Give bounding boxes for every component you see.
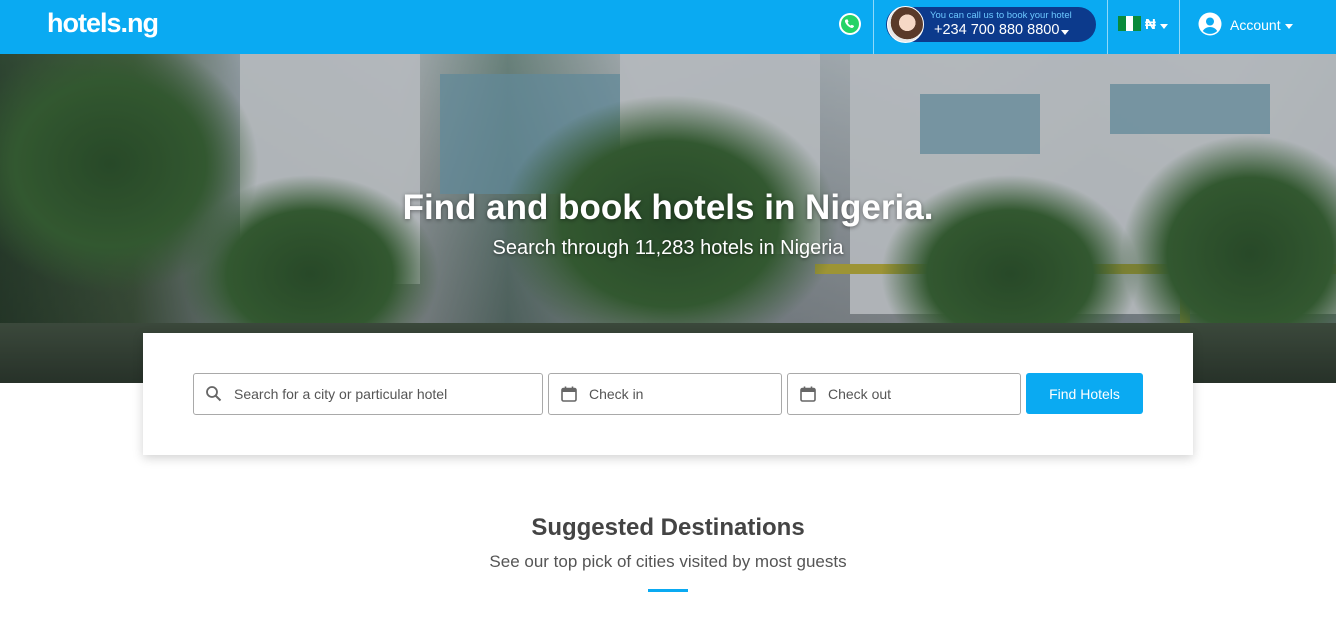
- calendar-icon: [560, 385, 578, 403]
- site-logo[interactable]: hotels.ng: [47, 8, 159, 39]
- checkin-date-input[interactable]: Check in: [548, 373, 782, 415]
- phone-number[interactable]: +234 700 880 8800: [934, 22, 1059, 38]
- call-hint-text: You can call us to book your hotel: [930, 10, 1072, 21]
- checkout-placeholder: Check out: [828, 386, 892, 402]
- suggested-destinations-heading: Suggested Destinations: [531, 514, 805, 541]
- destination-search-input[interactable]: Search for a city or particular hotel: [193, 373, 543, 415]
- nigeria-flag-icon[interactable]: [1118, 16, 1142, 31]
- search-icon: [205, 385, 223, 403]
- hero-subtitle: Search through 11,283 hotels in Nigeria: [492, 237, 844, 259]
- suggested-destinations-subtitle: See our top pick of cities visited by mo…: [489, 552, 847, 571]
- destination-placeholder: Search for a city or particular hotel: [234, 386, 448, 402]
- chevron-down-icon: [1160, 24, 1168, 29]
- chevron-down-icon: [1285, 24, 1293, 29]
- hero-title: Find and book hotels in Nigeria.: [402, 188, 934, 227]
- currency-selector[interactable]: ₦: [1145, 16, 1156, 33]
- header-divider: [1107, 0, 1108, 54]
- checkin-placeholder: Check in: [589, 386, 644, 402]
- hotel-search-form: Search for a city or particular hotel Ch…: [143, 333, 1193, 455]
- account-menu[interactable]: Account: [1230, 17, 1281, 33]
- section-underline: [648, 589, 688, 592]
- call-to-book-pill[interactable]: You can call us to book your hotel +234 …: [886, 6, 1096, 43]
- find-hotels-button[interactable]: Find Hotels: [1026, 373, 1143, 414]
- agent-avatar: [887, 6, 924, 43]
- top-navigation-bar: hotels.ng You can call us to book your h…: [0, 0, 1336, 54]
- header-divider: [1179, 0, 1180, 54]
- whatsapp-icon[interactable]: [838, 12, 862, 36]
- account-circle-icon[interactable]: [1198, 12, 1222, 36]
- chevron-down-icon: [1061, 30, 1069, 35]
- calendar-icon: [799, 385, 817, 403]
- checkout-date-input[interactable]: Check out: [787, 373, 1021, 415]
- header-divider: [873, 0, 874, 54]
